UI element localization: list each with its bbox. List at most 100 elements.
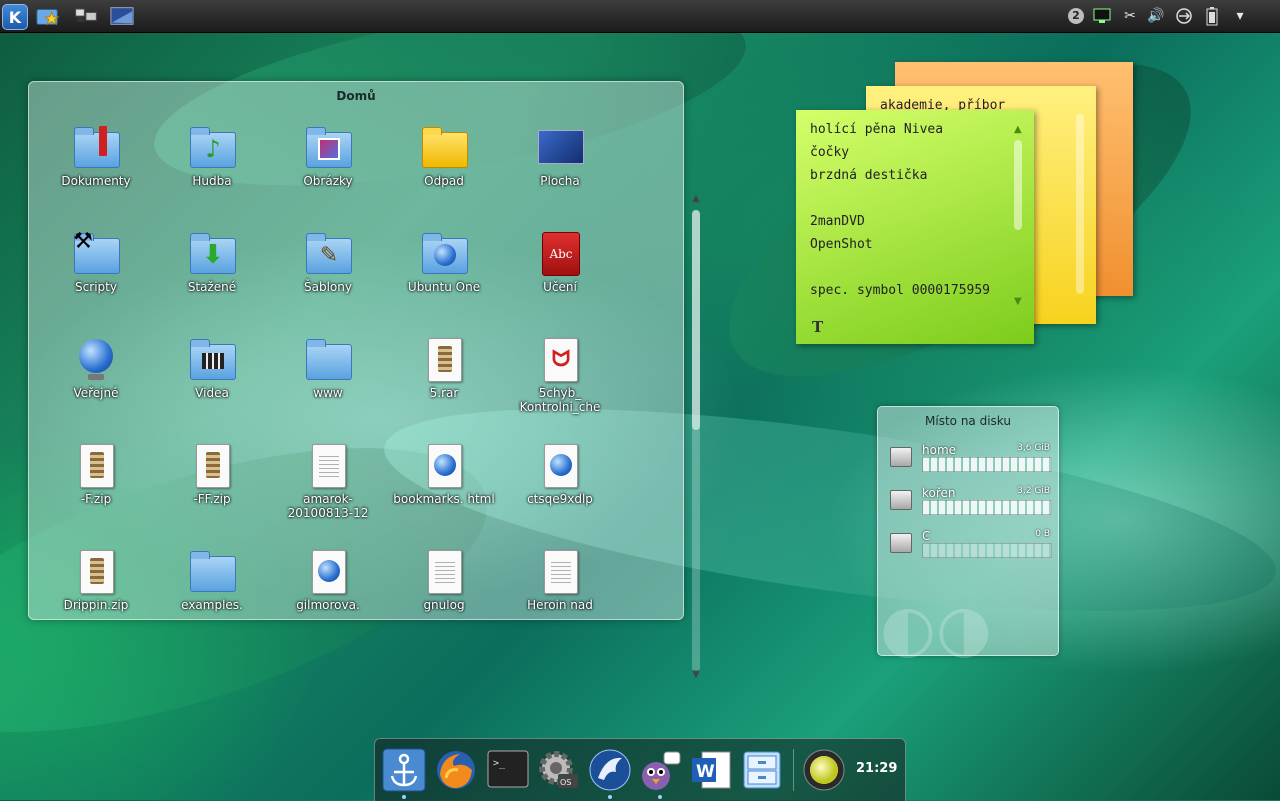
file-item[interactable]: ᗢ 5chyb_ Kontrolni_che [505, 336, 615, 414]
file-item[interactable]: www [273, 336, 383, 400]
note-scroll-thumb[interactable] [1014, 140, 1022, 230]
pdf-icon: ᗢ [536, 336, 584, 384]
file-item[interactable]: Ubuntu One [389, 230, 499, 294]
public-globe-icon [72, 336, 120, 384]
text-format-icon[interactable]: T [812, 318, 823, 336]
note-line: holící pěna Nivea [810, 122, 944, 137]
trash-folder-icon [420, 124, 468, 172]
music-folder-icon: ♪ [188, 124, 236, 172]
desktop-folder-icon [536, 124, 584, 172]
svg-text:W: W [696, 762, 715, 782]
file-item[interactable]: Obrázky [273, 124, 383, 188]
file-item[interactable]: gilmorova. [273, 548, 383, 612]
documents-folder-icon [72, 124, 120, 172]
disk-usage-bar [922, 543, 1052, 558]
file-item[interactable]: amarok- 20100813-12 [273, 442, 383, 520]
file-item[interactable]: ctsqe9xdlp [505, 442, 615, 506]
ubuntu-one-folder-icon [420, 230, 468, 278]
file-item[interactable]: ✎ Šablony [273, 230, 383, 294]
anchor-icon[interactable] [381, 747, 427, 799]
file-item[interactable]: -F.zip [41, 442, 151, 506]
disk-name: home [922, 443, 957, 457]
klipper-icon[interactable]: ✂ [1120, 6, 1140, 26]
file-item-label: -F.zip [80, 492, 112, 506]
scroll-thumb[interactable] [692, 210, 700, 430]
file-cabinet-icon[interactable] [739, 747, 785, 793]
scroll-up-icon[interactable]: ▲ [1014, 124, 1022, 135]
note-green-scrollbar[interactable]: ▲ ▼ [1012, 124, 1024, 310]
file-item-label: www [313, 386, 343, 400]
zip-icon [72, 548, 120, 596]
desktop-icon[interactable] [110, 4, 134, 28]
file-item[interactable]: Plocha [505, 124, 615, 188]
clock[interactable]: 21:29 [856, 761, 897, 776]
note-line: čočky [810, 145, 850, 160]
folder-view-scrollbar[interactable]: ▲ ▼ [691, 194, 701, 680]
file-item-label: 5.rar [429, 386, 459, 400]
downloads-folder-icon: ⬇ [188, 230, 236, 278]
file-item[interactable]: Dokumenty [41, 124, 151, 188]
word-icon[interactable]: W [689, 747, 735, 793]
file-item-label: Dokumenty [61, 174, 131, 188]
note-line [810, 191, 990, 214]
running-indicator [608, 795, 612, 799]
file-item-label: ctsqe9xdlp [527, 492, 593, 506]
scripts-folder-icon: ⚒ [72, 229, 120, 278]
file-item[interactable]: bookmarks. html [389, 442, 499, 506]
note-line: brzdná destička [810, 168, 928, 183]
pager-icon[interactable]: 2 [1066, 6, 1086, 26]
file-item[interactable]: examples. [157, 548, 267, 612]
file-item[interactable]: Heroin nad [505, 548, 615, 612]
file-item-label: gnulog [423, 598, 465, 612]
file-item[interactable]: Abc Učení [505, 230, 615, 294]
file-item[interactable]: -FF.zip [157, 442, 267, 506]
note-green-text[interactable]: holící pěna Nivea čočky brzdná destička 2ma… [810, 122, 990, 306]
file-item-label: gilmorova. [296, 598, 360, 612]
file-item[interactable]: ♪ Hudba [157, 124, 267, 188]
terminal-icon[interactable]: >_ [485, 747, 531, 793]
scroll-down-icon[interactable]: ▼ [1014, 296, 1022, 307]
hard-disk-icon [890, 447, 912, 467]
usb-icon[interactable] [1174, 6, 1194, 26]
file-item-label: -FF.zip [193, 492, 231, 506]
file-item[interactable]: Drippin.zip [41, 548, 151, 612]
seamonkey-icon[interactable] [587, 747, 633, 799]
www-folder-icon [304, 336, 352, 384]
text-file-icon [536, 548, 584, 596]
kde-logo-icon[interactable]: K [2, 4, 28, 30]
volume-icon[interactable]: 🔊 [1146, 6, 1166, 26]
scroll-down-icon[interactable]: ▼ [691, 670, 701, 680]
file-item-label: Učení [543, 280, 577, 294]
dock-separator [793, 749, 794, 791]
favorites-folder-icon[interactable] [36, 4, 60, 28]
file-item-label: Obrázky [303, 174, 353, 188]
battery-icon[interactable] [1202, 6, 1222, 26]
file-item[interactable]: Odpad [389, 124, 499, 188]
firefox-icon[interactable] [433, 747, 479, 793]
sticky-note-green[interactable]: holící pěna Nivea čočky brzdná destička 2ma… [796, 110, 1034, 344]
file-item[interactable]: ⬇ Stažené [157, 230, 267, 294]
settings-gear-icon[interactable]: OS [535, 747, 581, 793]
moon-icon[interactable] [801, 747, 847, 793]
network-icon[interactable] [1092, 6, 1112, 26]
note-line: 2manDVD [810, 214, 865, 229]
videos-folder-icon [188, 336, 236, 384]
devices-icon[interactable] [74, 4, 98, 28]
pidgin-icon[interactable] [637, 747, 683, 799]
zip-icon [188, 442, 236, 490]
scroll-up-icon[interactable]: ▲ [691, 194, 701, 204]
file-item[interactable]: Videa [157, 336, 267, 400]
menu-arrow-icon[interactable]: ▾ [1230, 6, 1250, 26]
file-item[interactable]: gnulog [389, 548, 499, 612]
templates-folder-icon: ✎ [304, 230, 352, 278]
disk-row[interactable]: home 3,6 GiB [890, 443, 1052, 473]
disk-row[interactable]: kořen 3,2 GiB [890, 486, 1052, 516]
disk-row[interactable]: C 0 B [890, 529, 1052, 559]
file-item[interactable]: ⚒ Scripty [41, 229, 151, 294]
text-file-icon [304, 442, 352, 490]
note-yellow-scrollbar[interactable] [1074, 114, 1086, 294]
file-item[interactable]: Veřejné [41, 336, 151, 400]
file-item-label: Plocha [540, 174, 580, 188]
file-item-label: Odpad [424, 174, 464, 188]
file-item[interactable]: 5.rar [389, 336, 499, 400]
